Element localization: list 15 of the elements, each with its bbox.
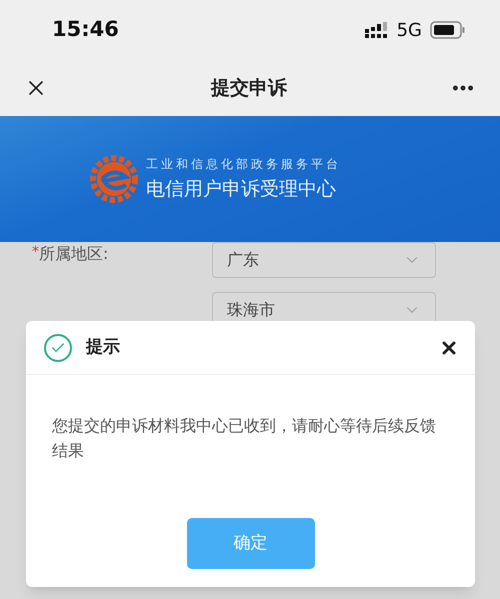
- nav-title: 提交申诉: [211, 76, 287, 101]
- banner-title: 电信用户申诉受理中心: [146, 176, 337, 202]
- gear-logo-icon: [88, 153, 140, 205]
- field-label: 所属地区:: [39, 243, 108, 265]
- network-label: 5G: [396, 18, 422, 42]
- select-value: 珠海市: [227, 299, 275, 321]
- battery-icon: [430, 21, 466, 39]
- banner-subtitle: 工业和信息化部政务服务平台: [146, 156, 341, 173]
- dialog-title: 提示: [86, 336, 120, 359]
- required-mark: *: [32, 243, 39, 262]
- status-time: 15:46: [52, 16, 119, 44]
- select-value: 广东: [227, 249, 259, 271]
- select-field[interactable]: 广东: [212, 242, 436, 278]
- dialog-message: 您提交的申诉材料我中心已收到，请耐心等待后续反馈结果: [51, 415, 437, 462]
- signal-icon: [364, 22, 389, 38]
